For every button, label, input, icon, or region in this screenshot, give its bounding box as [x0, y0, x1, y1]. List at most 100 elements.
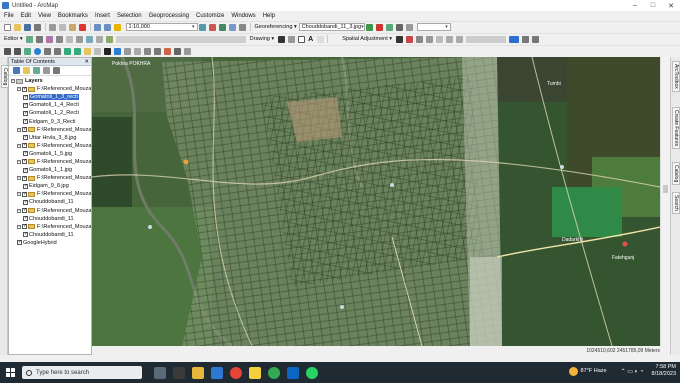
search-side-tab[interactable]: Search — [672, 192, 680, 214]
toc-group-row[interactable]: − ✓ F:\Referenced_Mouza\ — [11, 174, 91, 182]
visibility-checkbox[interactable]: ✓ — [23, 216, 28, 222]
map-vertical-scrollbar[interactable] — [660, 57, 670, 346]
scale-tool-icon[interactable] — [406, 23, 414, 31]
toc-close-icon[interactable]: ✕ — [84, 59, 89, 65]
list-by-selection-icon[interactable] — [42, 67, 50, 74]
menu-customize[interactable]: Customize — [196, 13, 224, 19]
fixed-zoom-out-icon[interactable] — [54, 47, 61, 55]
select-by-rectangle-icon[interactable] — [84, 47, 91, 55]
rectangle-icon[interactable] — [297, 35, 305, 43]
toc-layer-row[interactable]: ✓ Gomatoli_1_5.jpg — [11, 150, 91, 158]
toc-layer-row[interactable]: ✓ Gomatoli_1_1.jpg — [11, 166, 91, 174]
minimize-button[interactable]: – — [626, 0, 644, 11]
georef-layer-combo[interactable]: Chouddobandi_11_3.jpg ▾ — [298, 23, 365, 31]
folder-icon[interactable] — [192, 366, 204, 379]
html-popup-icon[interactable] — [134, 47, 141, 55]
paste-icon[interactable] — [69, 23, 76, 31]
chrome-icon[interactable] — [230, 366, 242, 379]
visibility-checkbox[interactable]: ✓ — [23, 183, 28, 189]
file-explorer-icon[interactable] — [173, 366, 185, 379]
menu-view[interactable]: View — [38, 13, 51, 19]
go-to-xy-icon[interactable] — [174, 47, 181, 55]
toc-group-row[interactable]: −✓ F:\Referenced_Mouza\G — [11, 85, 91, 93]
visibility-checkbox[interactable]: ✓ — [23, 135, 28, 141]
menu-windows[interactable]: Windows — [231, 13, 255, 19]
limited-adjust-icon[interactable] — [445, 35, 453, 43]
toc-layer-row[interactable]: ✓ Chouddobandi_11 — [11, 215, 91, 223]
rotate-element-icon[interactable] — [287, 35, 295, 43]
toc-layer-row[interactable]: ✓ Gomatoli_1_3_recti — [11, 93, 91, 101]
visibility-checkbox[interactable]: ✓ — [23, 119, 28, 125]
menu-geoprocessing[interactable]: Geoprocessing — [149, 13, 189, 19]
identify-icon[interactable] — [114, 47, 121, 55]
new-document-icon[interactable] — [4, 23, 11, 31]
fixed-zoom-in-icon[interactable] — [44, 47, 51, 55]
python-icon[interactable] — [239, 23, 246, 31]
text-tool-icon[interactable]: A — [308, 36, 313, 43]
edge-icon[interactable] — [211, 366, 223, 379]
spatial-adjustment-menu[interactable]: Spatial Adjustment ▾ — [342, 36, 392, 42]
rotate-edit-icon[interactable] — [86, 35, 94, 43]
toc-layer-row[interactable]: ✓ Eidgam_9_3_Recti — [11, 117, 91, 125]
toc-layer-row[interactable]: ✓ Chouddobandi_11 — [11, 198, 91, 206]
maximize-button[interactable]: □ — [644, 0, 662, 11]
modify-link-icon[interactable] — [415, 35, 423, 43]
identity-link-icon[interactable] — [435, 35, 443, 43]
shift-icon[interactable] — [396, 23, 404, 31]
copy-icon[interactable] — [59, 23, 66, 31]
toc-group-row[interactable]: − ✓ F:\Referenced_Mouza\ — [11, 190, 91, 198]
split-icon[interactable] — [76, 35, 84, 43]
collapse-icon[interactable]: − — [17, 87, 21, 92]
visibility-checkbox[interactable]: ✓ — [23, 110, 28, 116]
visibility-checkbox[interactable]: ✓ — [22, 191, 27, 197]
toc-layer-row[interactable]: ✓ Gomatoli_1_4_Recti — [11, 101, 91, 109]
delete-icon[interactable] — [79, 23, 86, 31]
full-extent-icon[interactable] — [34, 47, 41, 55]
visibility-checkbox[interactable]: ✓ — [22, 143, 27, 149]
arcmap-taskbar-icon[interactable] — [249, 366, 261, 379]
select-elements-icon[interactable] — [277, 35, 285, 43]
collapse-icon[interactable]: − — [17, 224, 21, 229]
scale-combo[interactable]: 1:10,000 ▾ — [125, 23, 198, 31]
print-icon[interactable] — [34, 23, 41, 31]
go-back-icon[interactable] — [64, 47, 71, 55]
open-folder-icon[interactable] — [14, 23, 21, 31]
font-combo-icon[interactable] — [316, 35, 324, 43]
collapse-icon[interactable]: − — [17, 176, 21, 181]
tray-icons[interactable]: ⌃ ▭ ◐ ◔ — [621, 368, 644, 375]
toc-layer-row[interactable]: ✓ GoogleHybrid — [11, 239, 91, 247]
find-route-icon[interactable] — [164, 47, 171, 55]
layers-root[interactable]: − Layers — [11, 77, 91, 85]
cut-icon[interactable] — [49, 23, 56, 31]
menu-bookmarks[interactable]: Bookmarks — [58, 13, 88, 19]
pan-icon[interactable] — [24, 47, 31, 55]
toc-group-row[interactable]: − ✓ F:\Referenced_Mouza\ — [11, 223, 91, 231]
attributes-icon[interactable] — [96, 35, 104, 43]
add-data-icon[interactable] — [114, 23, 121, 31]
visibility-checkbox[interactable]: ✓ — [23, 232, 28, 238]
toc-group-row[interactable]: − ✓ F:\Referenced_Mouza\ — [11, 142, 91, 150]
menu-insert[interactable]: Insert — [95, 13, 110, 19]
edit-tool-icon[interactable] — [26, 35, 34, 43]
menu-file[interactable]: File — [4, 13, 14, 19]
toc-layer-row[interactable]: ✓ Gomatoli_1_2_Recti — [11, 109, 91, 117]
zoom-out-icon[interactable] — [14, 47, 21, 55]
app-icon[interactable] — [287, 366, 299, 379]
whatsapp-icon[interactable] — [306, 366, 318, 379]
new-displacement-link-icon[interactable] — [405, 35, 413, 43]
close-button[interactable]: ✕ — [662, 0, 680, 11]
map-canvas[interactable]: Pokhra POKHRA Tumbi Dadarkhli Fatehgunj — [92, 57, 660, 346]
select-elements-pointer-icon[interactable] — [104, 47, 111, 55]
view-links-icon[interactable] — [455, 35, 463, 43]
visibility-checkbox[interactable]: ✓ — [23, 151, 28, 157]
rotate-icon[interactable] — [386, 23, 394, 31]
clear-selection-icon[interactable] — [94, 47, 101, 55]
create-features-side-tab[interactable]: Create Features — [672, 107, 680, 150]
layout-icon[interactable] — [521, 35, 529, 43]
color-swatch-icon[interactable] — [508, 35, 519, 43]
editor-toolbar-icon[interactable] — [199, 23, 206, 31]
sketch-properties-icon[interactable] — [106, 35, 114, 43]
trace-icon[interactable] — [56, 35, 64, 43]
toc-group-row[interactable]: − ✓ F:\Referenced_Mouza\ — [11, 126, 91, 134]
toc-layer-row[interactable]: ✓ Eidgam_9_8.jpg — [11, 182, 91, 190]
